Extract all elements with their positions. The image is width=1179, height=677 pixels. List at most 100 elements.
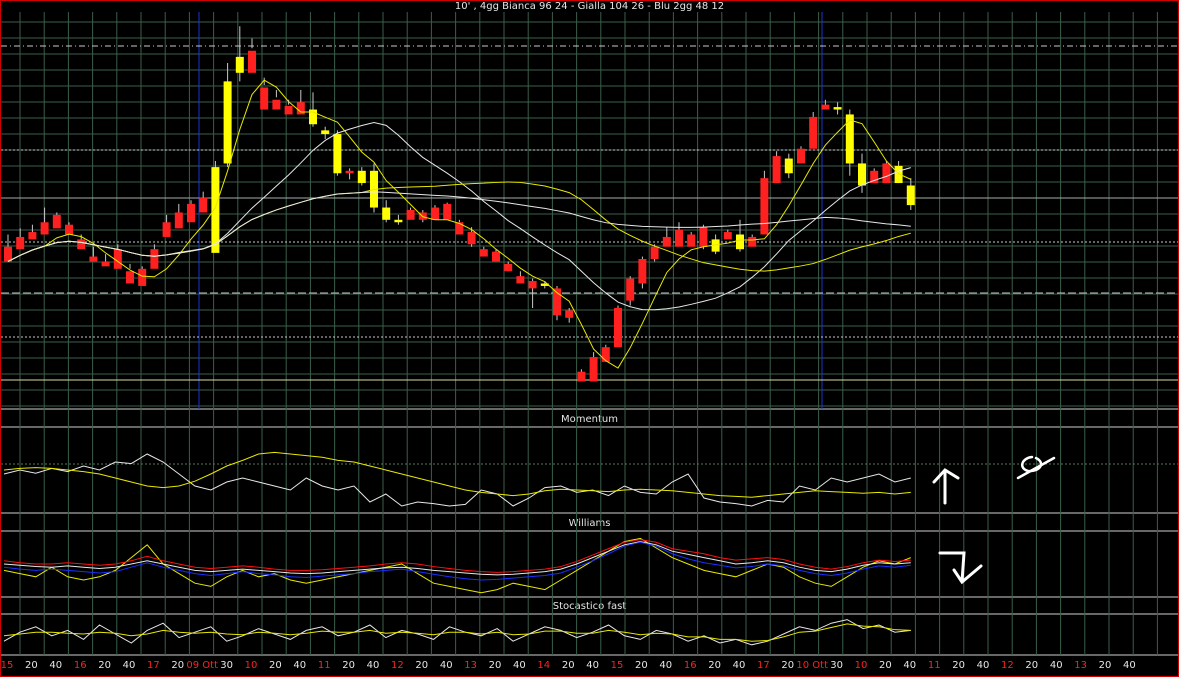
x-tick-label: 12 — [391, 660, 404, 671]
candle-body — [126, 271, 134, 284]
x-tick-label: 40 — [659, 660, 672, 671]
candle-body — [248, 50, 256, 73]
x-tick-label: 20 — [415, 660, 428, 671]
candle-body — [772, 156, 781, 184]
x-tick-label: 40 — [367, 660, 380, 671]
candle-body — [626, 278, 635, 301]
candle-body — [16, 236, 25, 250]
momentum-panel — [3, 451, 911, 507]
candle-body — [211, 167, 220, 253]
x-tick-label: 16 — [74, 660, 87, 671]
candle-body — [40, 222, 49, 235]
stochastic-panel — [3, 619, 911, 646]
candle-body — [858, 163, 866, 186]
candle-body — [406, 210, 415, 220]
candle-body — [65, 224, 73, 235]
candle-body — [906, 185, 915, 206]
x-tick-label: 20 — [781, 660, 794, 671]
x-tick-label: 40 — [49, 660, 62, 671]
candle-body — [650, 246, 659, 259]
x-tick-label: 20 — [1099, 660, 1112, 671]
candle-body — [187, 203, 195, 223]
candle-body — [784, 158, 793, 174]
x-tick-label: 20 — [489, 660, 502, 671]
x-tick-label: 10 Ott — [796, 660, 828, 671]
candle-body — [675, 229, 683, 247]
candle-body — [174, 212, 183, 229]
momentum-line — [3, 453, 911, 507]
candle-body — [28, 232, 37, 240]
x-tick-label: 20 — [269, 660, 282, 671]
candle-body — [321, 130, 330, 135]
x-tick-label: 30 — [830, 660, 843, 671]
candle-body — [455, 222, 464, 235]
candle-body — [382, 207, 391, 220]
x-tick-label: 20 — [952, 660, 965, 671]
candle-body — [492, 251, 500, 262]
x-tick-label: 17 — [757, 660, 770, 671]
candle-body — [894, 165, 903, 184]
candle-body — [138, 268, 147, 286]
candle-body — [736, 234, 744, 250]
candle-body — [52, 214, 61, 229]
x-tick-label: 10 — [855, 660, 868, 671]
x-tick-label: 10 — [245, 660, 258, 671]
candle-body — [516, 276, 525, 284]
x-tick-label: 20 — [342, 660, 355, 671]
x-tick-label: 20 — [98, 660, 111, 671]
candle-body — [357, 170, 366, 184]
candle-body — [284, 105, 293, 115]
x-tick-label: 11 — [318, 660, 331, 671]
candle-body — [577, 371, 586, 382]
williams-blue-line — [3, 541, 911, 581]
x-tick-label: 20 — [635, 660, 648, 671]
candle-body — [748, 236, 757, 247]
candle-body — [101, 261, 110, 267]
candle-body — [662, 236, 671, 247]
candle-body — [77, 239, 86, 250]
candle-body — [150, 249, 159, 269]
candle-body — [601, 347, 610, 362]
x-tick-label: 40 — [123, 660, 136, 671]
x-tick-label: 40 — [903, 660, 916, 671]
x-tick-label: 13 — [1074, 660, 1087, 671]
stochastic-d-line — [3, 623, 911, 642]
candle-body — [821, 104, 830, 110]
x-tick-label: 20 — [25, 660, 38, 671]
candle-body — [809, 116, 818, 149]
candle-body — [797, 148, 805, 164]
candle-body — [638, 259, 647, 284]
candle-body — [443, 203, 452, 220]
candle-body — [479, 249, 488, 257]
x-tick-label: 17 — [147, 660, 160, 671]
candle-body — [528, 281, 537, 289]
x-axis: 15 20 40 16 20 40 17 20 09 Ott 30 10 20 40 11 20 40 12 20… — [1, 660, 1136, 671]
candle-body — [760, 178, 769, 235]
candle-body — [565, 310, 574, 318]
candle-body — [199, 197, 208, 213]
candle-body — [296, 102, 305, 115]
x-tick-label: 40 — [1050, 660, 1063, 671]
x-tick-label: 40 — [977, 660, 990, 671]
candle-body — [431, 207, 439, 220]
candle-body — [833, 107, 842, 110]
candle-body — [687, 234, 696, 247]
candle-body — [235, 56, 244, 73]
x-tick-label: 30 — [220, 660, 233, 671]
candle-body — [333, 134, 342, 174]
x-tick-label: 20 — [562, 660, 575, 671]
x-tick-label: 40 — [293, 660, 306, 671]
candle-body — [467, 232, 476, 245]
down-arrow-annotation — [938, 551, 983, 585]
candle-body — [345, 170, 354, 174]
x-tick-label: 20 — [879, 660, 892, 671]
williams-red-line — [3, 539, 911, 573]
x-tick-label: 20 — [1025, 660, 1038, 671]
x-tick-label: 13 — [464, 660, 477, 671]
candle-body — [223, 81, 232, 164]
x-tick-label: 15 — [1, 660, 14, 671]
x-tick-label: 12 — [1001, 660, 1014, 671]
candle-body — [589, 357, 598, 382]
candle-body — [260, 87, 269, 110]
candle-body — [723, 232, 732, 240]
